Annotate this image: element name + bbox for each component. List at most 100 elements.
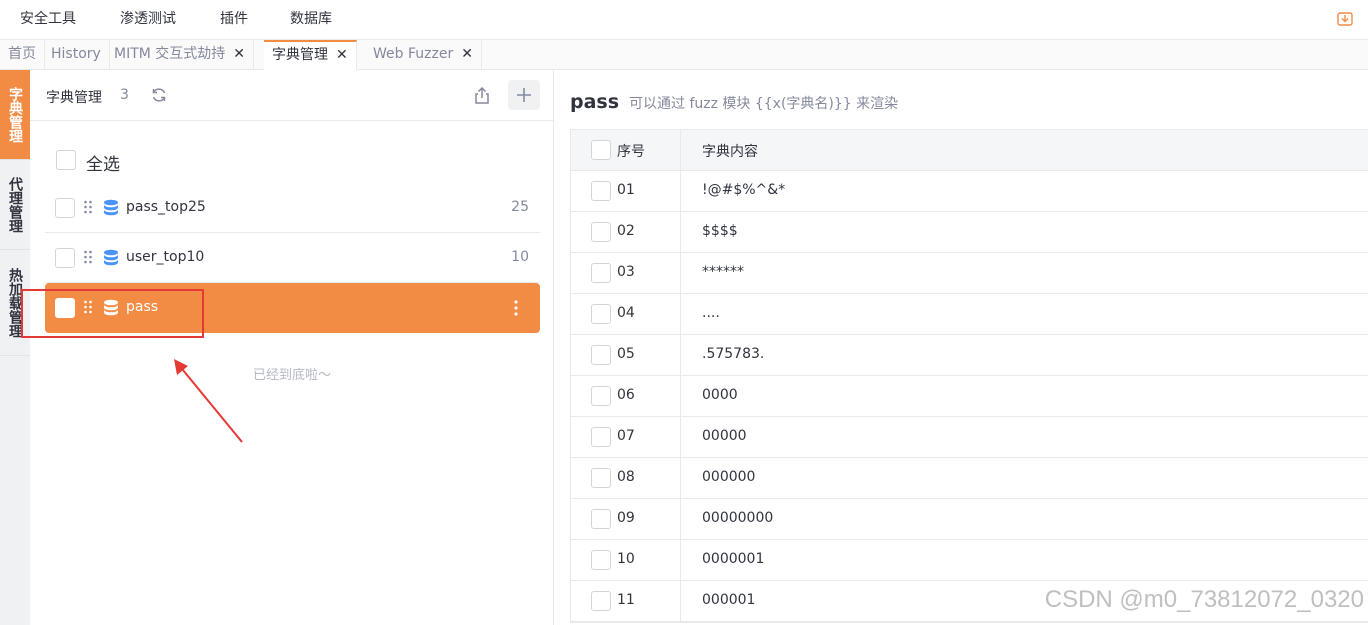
row-number: 08 (617, 469, 635, 485)
table-row[interactable]: 03 ****** (571, 253, 1368, 294)
export-icon[interactable] (472, 86, 492, 106)
close-icon[interactable]: ✕ (461, 40, 473, 69)
row-number: 05 (617, 346, 635, 362)
dict-item-count: 25 (511, 199, 529, 215)
dict-item-checkbox[interactable] (55, 248, 75, 268)
table-row[interactable]: 08 000000 (571, 458, 1368, 499)
dict-list-panel: 字典管理 3 全选 pass_top25 25 user_top10 10 pa… (30, 70, 554, 625)
tab-label: 字典管理 (272, 47, 328, 63)
tab-label: History (51, 46, 101, 62)
table-row[interactable]: 07 00000 (571, 417, 1368, 458)
top-menu-bar: 安全工具 渗透测试 插件 数据库 (0, 0, 1368, 40)
row-value: 0000001 (702, 551, 765, 567)
row-value: ****** (702, 264, 744, 280)
table-row[interactable]: 05 .575783. (571, 335, 1368, 376)
row-checkbox[interactable] (591, 263, 611, 283)
side-nav-dict-manager[interactable]: 字典管理 (0, 70, 30, 160)
panel-title: 字典管理 (46, 90, 102, 106)
row-number: 09 (617, 510, 635, 526)
database-icon (103, 299, 119, 317)
row-checkbox[interactable] (591, 468, 611, 488)
tab-bar: 首页 History MITM 交互式劫持 ✕ 字典管理 ✕ Web Fuzzer ✕ (0, 40, 1368, 71)
row-number: 03 (617, 264, 635, 280)
tab-mitm[interactable]: MITM 交互式劫持 ✕ (106, 40, 255, 70)
tab-home[interactable]: 首页 (0, 40, 45, 70)
row-number: 10 (617, 551, 635, 567)
row-number: 07 (617, 428, 635, 444)
drag-handle-icon[interactable] (83, 200, 93, 214)
dict-item[interactable]: user_top10 10 (45, 233, 540, 283)
select-all-label: 全选 (86, 155, 120, 175)
row-checkbox[interactable] (591, 222, 611, 242)
dict-item-count: 10 (511, 249, 529, 265)
menu-plugins[interactable]: 插件 (220, 0, 248, 40)
database-icon (103, 199, 119, 217)
table-row[interactable]: 04.... (571, 294, 1368, 335)
drag-handle-icon[interactable] (83, 300, 93, 314)
side-nav-hotload-manager[interactable]: 热加载管理 (0, 250, 30, 356)
plus-icon (517, 88, 531, 102)
row-number: 04 (617, 305, 635, 321)
content-hint: 可以通过 fuzz 模块 {{x(字典名)}} 来渲染 (629, 96, 899, 112)
database-icon (103, 249, 119, 267)
row-number: 02 (617, 223, 635, 239)
list-end-hint: 已经到底啦～ (252, 368, 331, 383)
dict-item-checkbox[interactable] (55, 198, 75, 218)
row-checkbox[interactable] (591, 304, 611, 324)
menu-database[interactable]: 数据库 (290, 0, 332, 40)
tab-label: MITM 交互式劫持 (114, 46, 226, 62)
close-icon[interactable]: ✕ (336, 42, 348, 68)
table-row[interactable]: 06 0000 (571, 376, 1368, 417)
dict-item-selected[interactable]: pass (45, 283, 540, 333)
tab-dict-manager[interactable]: 字典管理 ✕ (264, 40, 357, 71)
row-checkbox[interactable] (591, 591, 611, 611)
row-value: .575783. (702, 346, 765, 362)
menu-pentest[interactable]: 渗透测试 (120, 0, 176, 40)
add-dict-button[interactable] (508, 80, 540, 110)
tab-web-fuzzer[interactable]: Web Fuzzer ✕ (365, 40, 482, 70)
table-row[interactable]: 02 $$$$ (571, 212, 1368, 253)
tab-history[interactable]: History (43, 40, 110, 70)
dict-item[interactable]: pass_top25 25 (45, 183, 540, 233)
row-checkbox[interactable] (591, 386, 611, 406)
panel-header: 字典管理 3 (30, 70, 554, 121)
header-checkbox[interactable] (591, 140, 611, 160)
row-number: 01 (617, 182, 635, 198)
table-row[interactable]: 01 !@#$%^&* (571, 171, 1368, 212)
row-value: 000001 (702, 592, 756, 608)
download-icon[interactable] (1336, 10, 1354, 28)
tab-label: 首页 (8, 46, 36, 62)
row-checkbox[interactable] (591, 181, 611, 201)
menu-security-tools[interactable]: 安全工具 (20, 0, 76, 40)
table-row[interactable]: 10 0000001 (571, 540, 1368, 581)
column-header-no: 序号 (617, 144, 645, 160)
table-row[interactable]: 11 000001 (571, 581, 1368, 622)
row-checkbox[interactable] (591, 345, 611, 365)
close-icon[interactable]: ✕ (233, 40, 245, 69)
select-all-checkbox[interactable] (56, 150, 76, 170)
row-value: 00000000 (702, 510, 774, 526)
tab-label: Web Fuzzer (373, 46, 454, 62)
content-title: pass (570, 91, 620, 113)
more-vertical-icon[interactable] (512, 299, 520, 317)
row-value: !@#$%^&* (702, 182, 786, 198)
row-number: 11 (617, 592, 635, 608)
row-checkbox[interactable] (591, 509, 611, 529)
row-number: 06 (617, 387, 635, 403)
row-value: $$$$ (702, 223, 738, 239)
dict-item-name: pass_top25 (126, 199, 206, 215)
row-value: 00000 (702, 428, 747, 444)
row-checkbox[interactable] (591, 427, 611, 447)
refresh-icon[interactable] (150, 86, 168, 104)
dict-count: 3 (120, 87, 129, 103)
table-row[interactable]: 09 00000000 (571, 499, 1368, 540)
dict-item-checkbox[interactable] (55, 298, 75, 318)
table-header-row: 序号 字典内容 (571, 130, 1368, 171)
side-nav: 字典管理 代理管理 热加载管理 (0, 70, 30, 625)
side-nav-proxy-manager[interactable]: 代理管理 (0, 160, 30, 250)
dict-content-table: 序号 字典内容 01 !@#$%^&* 02 $$$$ 03 ****** 04.... 05… (570, 129, 1368, 623)
drag-handle-icon[interactable] (83, 250, 93, 264)
row-checkbox[interactable] (591, 550, 611, 570)
row-value: 0000 (702, 387, 738, 403)
row-value: .... (702, 305, 720, 321)
